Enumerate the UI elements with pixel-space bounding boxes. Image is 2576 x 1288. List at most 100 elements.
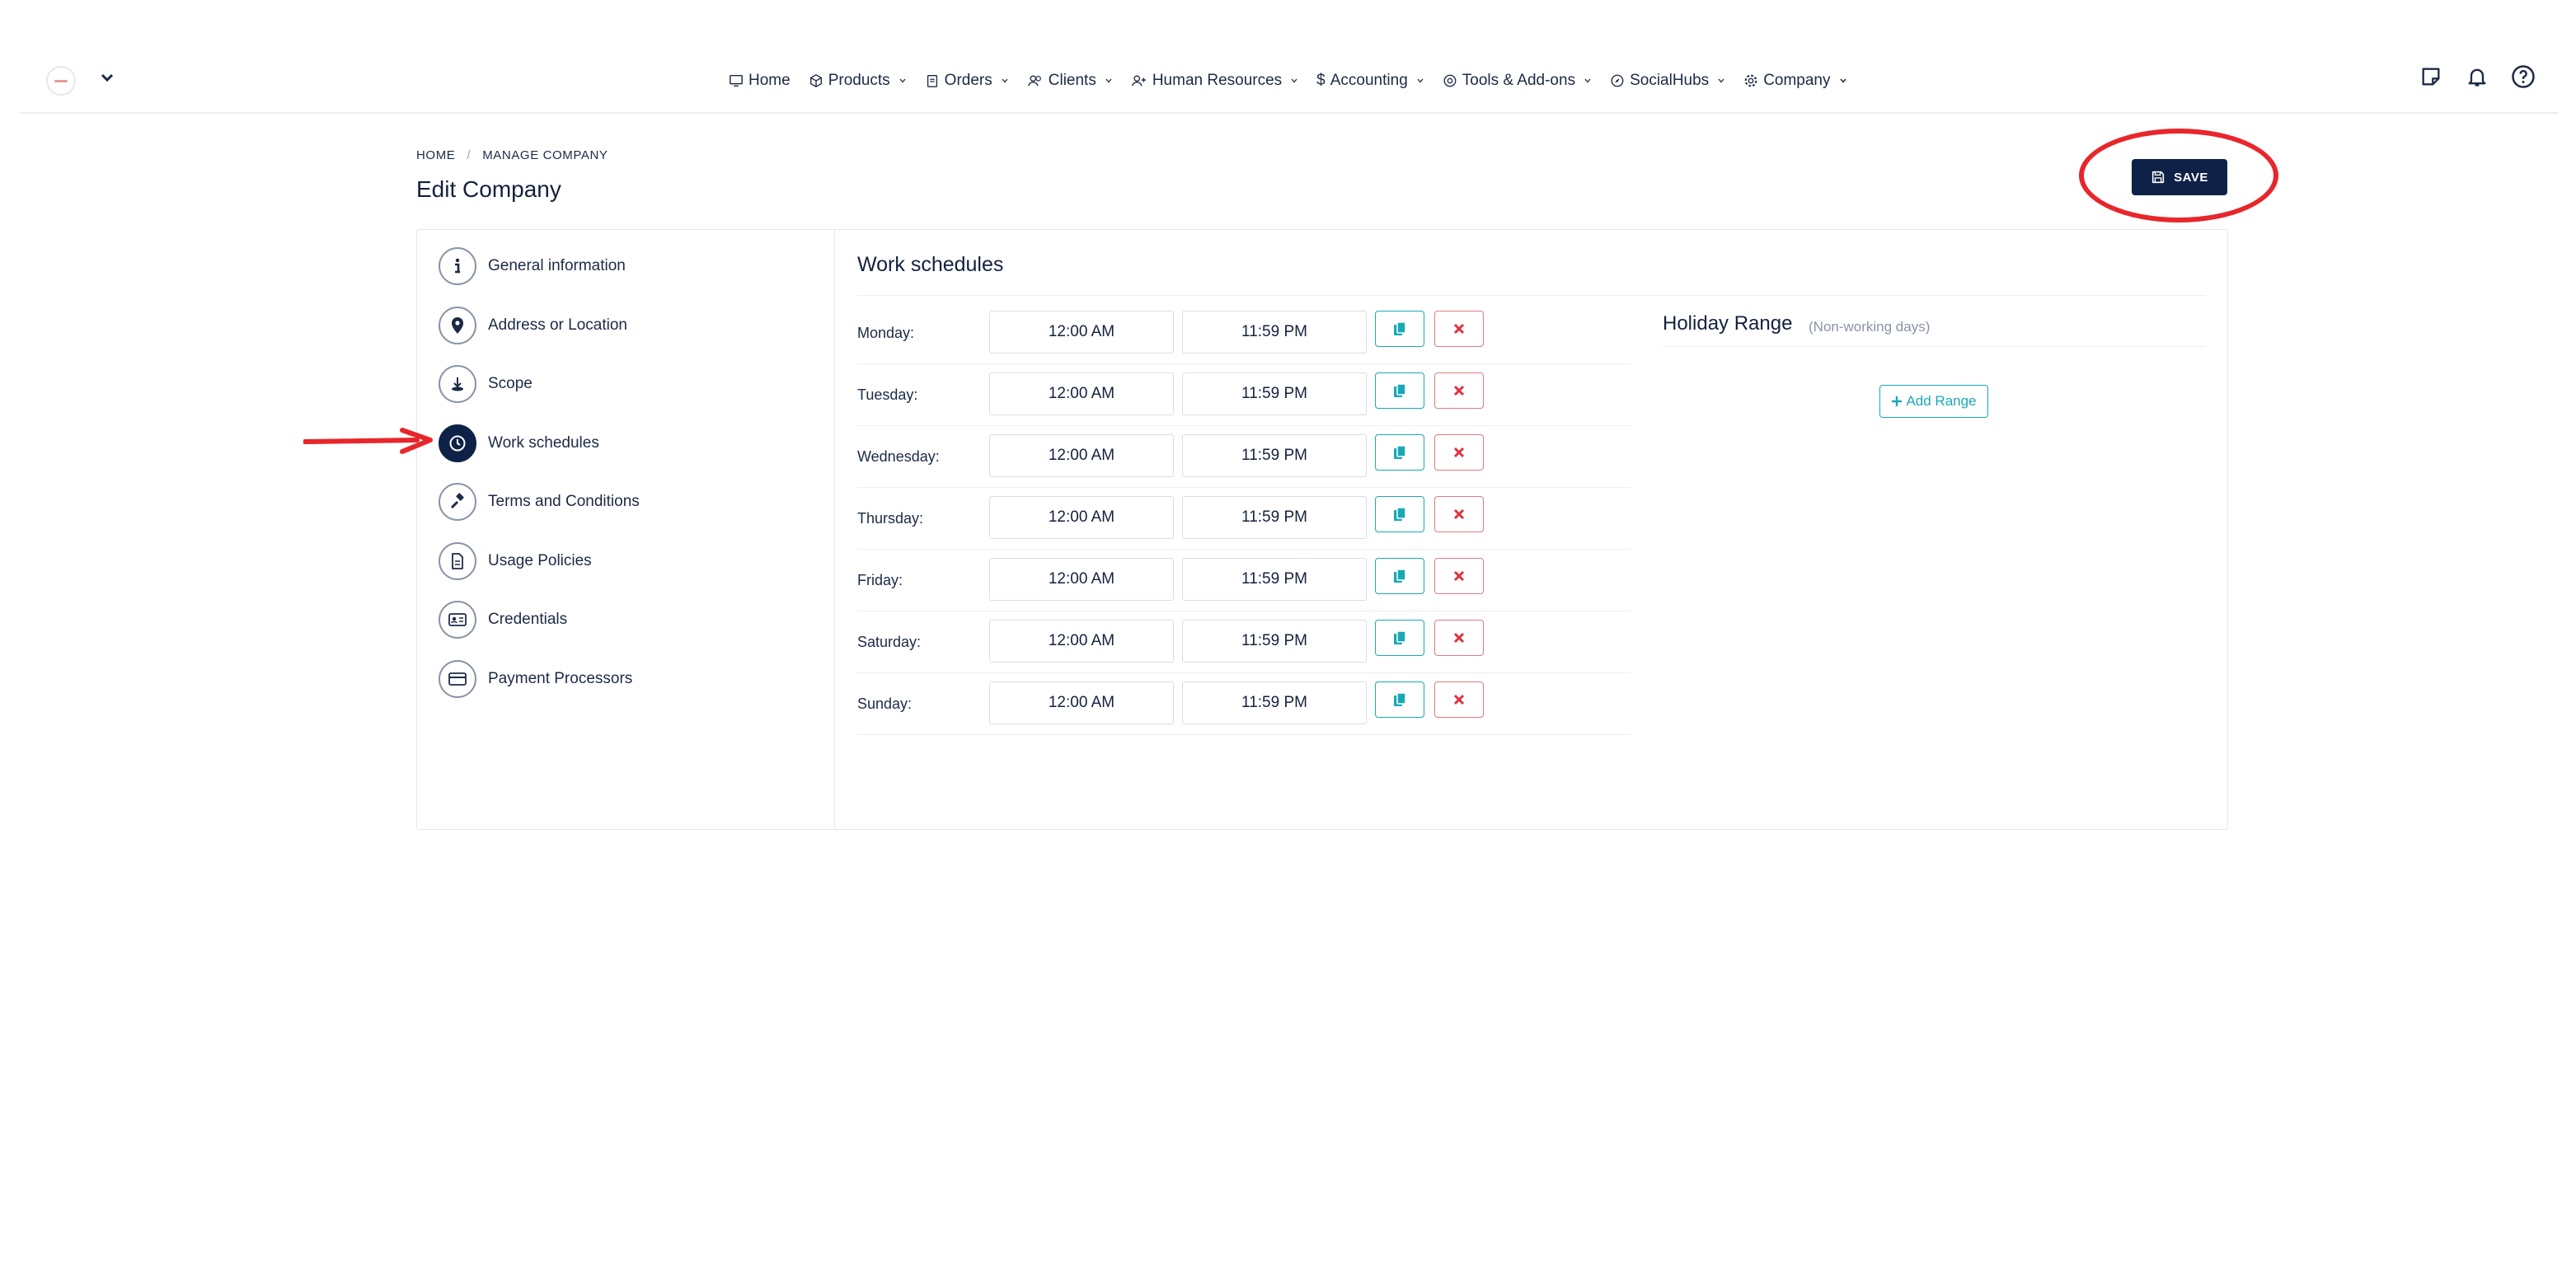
monitor-icon — [730, 74, 743, 87]
edit-company-card: General information Address or Location … — [416, 229, 2228, 830]
copy-button[interactable] — [1375, 496, 1424, 532]
nav-orders[interactable]: Orders — [925, 72, 1009, 90]
divider — [857, 295, 2206, 296]
chevron-down-icon — [1002, 78, 1008, 83]
sidebar-item-label: Usage Policies — [488, 552, 592, 569]
breadcrumb-current[interactable]: MANAGE COMPANY — [482, 148, 608, 162]
dollar-icon: $ — [1316, 72, 1326, 89]
sticky-note-icon[interactable] — [2419, 64, 2443, 89]
delete-button[interactable] — [1434, 496, 1484, 532]
copy-button[interactable] — [1375, 372, 1424, 409]
floppy-disk-icon — [2152, 171, 2165, 184]
save-button-label: SAVE — [2174, 170, 2208, 185]
copy-button[interactable] — [1375, 311, 1424, 347]
day-label: Tuesday: — [857, 386, 918, 403]
copy-button[interactable] — [1375, 434, 1424, 471]
sidebar-item-label: Work schedules — [488, 434, 599, 452]
map-pin-icon — [439, 307, 476, 344]
sidebar-item-payment-processors[interactable]: Payment Processors — [439, 659, 632, 699]
page-title: Edit Company — [416, 176, 561, 202]
copy-icon — [1394, 507, 1406, 521]
nav-human-resources[interactable]: Human Resources — [1131, 72, 1298, 90]
sidebar-item-general-information[interactable]: General information — [439, 246, 626, 286]
start-time-input[interactable]: 12:00 AM — [989, 681, 1174, 724]
start-time-input[interactable]: 12:00 AM — [989, 620, 1174, 663]
nav-company[interactable]: Company — [1743, 72, 1846, 90]
end-time-input[interactable]: 11:59 PM — [1182, 681, 1367, 724]
start-time-input[interactable]: 12:00 AM — [989, 496, 1174, 539]
nav-clients[interactable]: Clients — [1027, 72, 1113, 90]
bell-icon[interactable] — [2465, 64, 2489, 89]
delete-button[interactable] — [1434, 620, 1484, 656]
end-time-input[interactable]: 11:59 PM — [1182, 496, 1367, 539]
holiday-range-subtitle: (Non-working days) — [1809, 319, 1931, 335]
nav-tools-addons[interactable]: Tools & Add-ons — [1443, 72, 1592, 90]
end-time-input[interactable]: 11:59 PM — [1182, 372, 1367, 415]
start-time-input[interactable]: 12:00 AM — [989, 434, 1174, 477]
copy-button[interactable] — [1375, 558, 1424, 594]
compass-icon — [1611, 74, 1624, 87]
delete-button[interactable] — [1434, 558, 1484, 594]
company-logo[interactable] — [46, 66, 76, 96]
nav-label: SocialHubs — [1630, 72, 1710, 89]
nav-socialhubs[interactable]: SocialHubs — [1610, 72, 1725, 90]
copy-icon — [1394, 692, 1406, 706]
start-time-input[interactable]: 12:00 AM — [989, 372, 1174, 415]
breadcrumb-home[interactable]: HOME — [416, 148, 455, 162]
copy-icon — [1394, 321, 1406, 335]
breadcrumb-separator: / — [467, 148, 472, 162]
day-label: Saturday: — [857, 634, 922, 650]
close-icon — [1453, 447, 1465, 458]
sidebar-item-address[interactable]: Address or Location — [439, 306, 627, 345]
nav-home[interactable]: Home — [729, 72, 791, 90]
end-time-input[interactable]: 11:59 PM — [1182, 620, 1367, 663]
nav-right-tools — [2419, 64, 2536, 89]
sidebar-item-work-schedules[interactable]: Work schedules — [439, 424, 599, 463]
section-title: Work schedules — [857, 253, 1004, 276]
chevron-down-icon[interactable] — [99, 69, 115, 86]
schedule-row-tuesday: Tuesday: 12:00 AM 11:59 PM — [857, 364, 1631, 426]
end-time-input[interactable]: 11:59 PM — [1182, 434, 1367, 477]
day-label: Monday: — [857, 325, 915, 341]
chevron-down-icon — [1291, 78, 1297, 83]
copy-icon — [1394, 445, 1406, 459]
copy-icon — [1394, 630, 1406, 644]
user-plus-icon — [1132, 75, 1146, 87]
add-range-button[interactable]: Add Range — [1879, 385, 1988, 418]
schedule-row-wednesday: Wednesday: 12:00 AM 11:59 PM — [857, 426, 1631, 488]
sidebar-item-label: Payment Processors — [488, 670, 633, 687]
save-button[interactable]: SAVE — [2132, 159, 2227, 195]
sidebar-item-scope[interactable]: Scope — [439, 364, 533, 404]
sidebar-item-terms[interactable]: Terms and Conditions — [439, 482, 640, 522]
nav-products[interactable]: Products — [809, 72, 907, 90]
start-time-input[interactable]: 12:00 AM — [989, 311, 1174, 354]
delete-button[interactable] — [1434, 434, 1484, 471]
copy-button[interactable] — [1375, 620, 1424, 656]
scope-icon — [439, 365, 476, 403]
clock-icon — [439, 424, 476, 462]
holiday-range-title: Holiday Range — [1663, 312, 1793, 335]
start-time-input[interactable]: 12:00 AM — [989, 558, 1174, 601]
help-icon[interactable] — [2511, 64, 2536, 89]
end-time-input[interactable]: 11:59 PM — [1182, 558, 1367, 601]
box-icon — [809, 74, 822, 87]
sidebar-item-label: Address or Location — [488, 316, 627, 334]
delete-button[interactable] — [1434, 681, 1484, 718]
nav-label: Company — [1763, 72, 1831, 89]
plus-icon — [1892, 396, 1903, 406]
delete-button[interactable] — [1434, 311, 1484, 347]
main-nav: Home Products Orders Clients Human Resou… — [729, 64, 1847, 97]
close-icon — [1453, 508, 1465, 520]
sidebar-item-usage-policies[interactable]: Usage Policies — [439, 541, 592, 581]
nav-accounting[interactable]: $ Accounting — [1316, 72, 1424, 90]
schedule-row-sunday: Sunday: 12:00 AM 11:59 PM — [857, 673, 1631, 735]
chevron-down-icon — [899, 78, 906, 83]
sidebar-item-credentials[interactable]: Credentials — [439, 600, 567, 639]
close-icon — [1453, 694, 1465, 705]
document-icon — [439, 542, 476, 580]
nav-label: Products — [828, 72, 890, 89]
copy-icon — [1394, 569, 1406, 583]
delete-button[interactable] — [1434, 372, 1484, 409]
copy-button[interactable] — [1375, 681, 1424, 718]
end-time-input[interactable]: 11:59 PM — [1182, 311, 1367, 354]
